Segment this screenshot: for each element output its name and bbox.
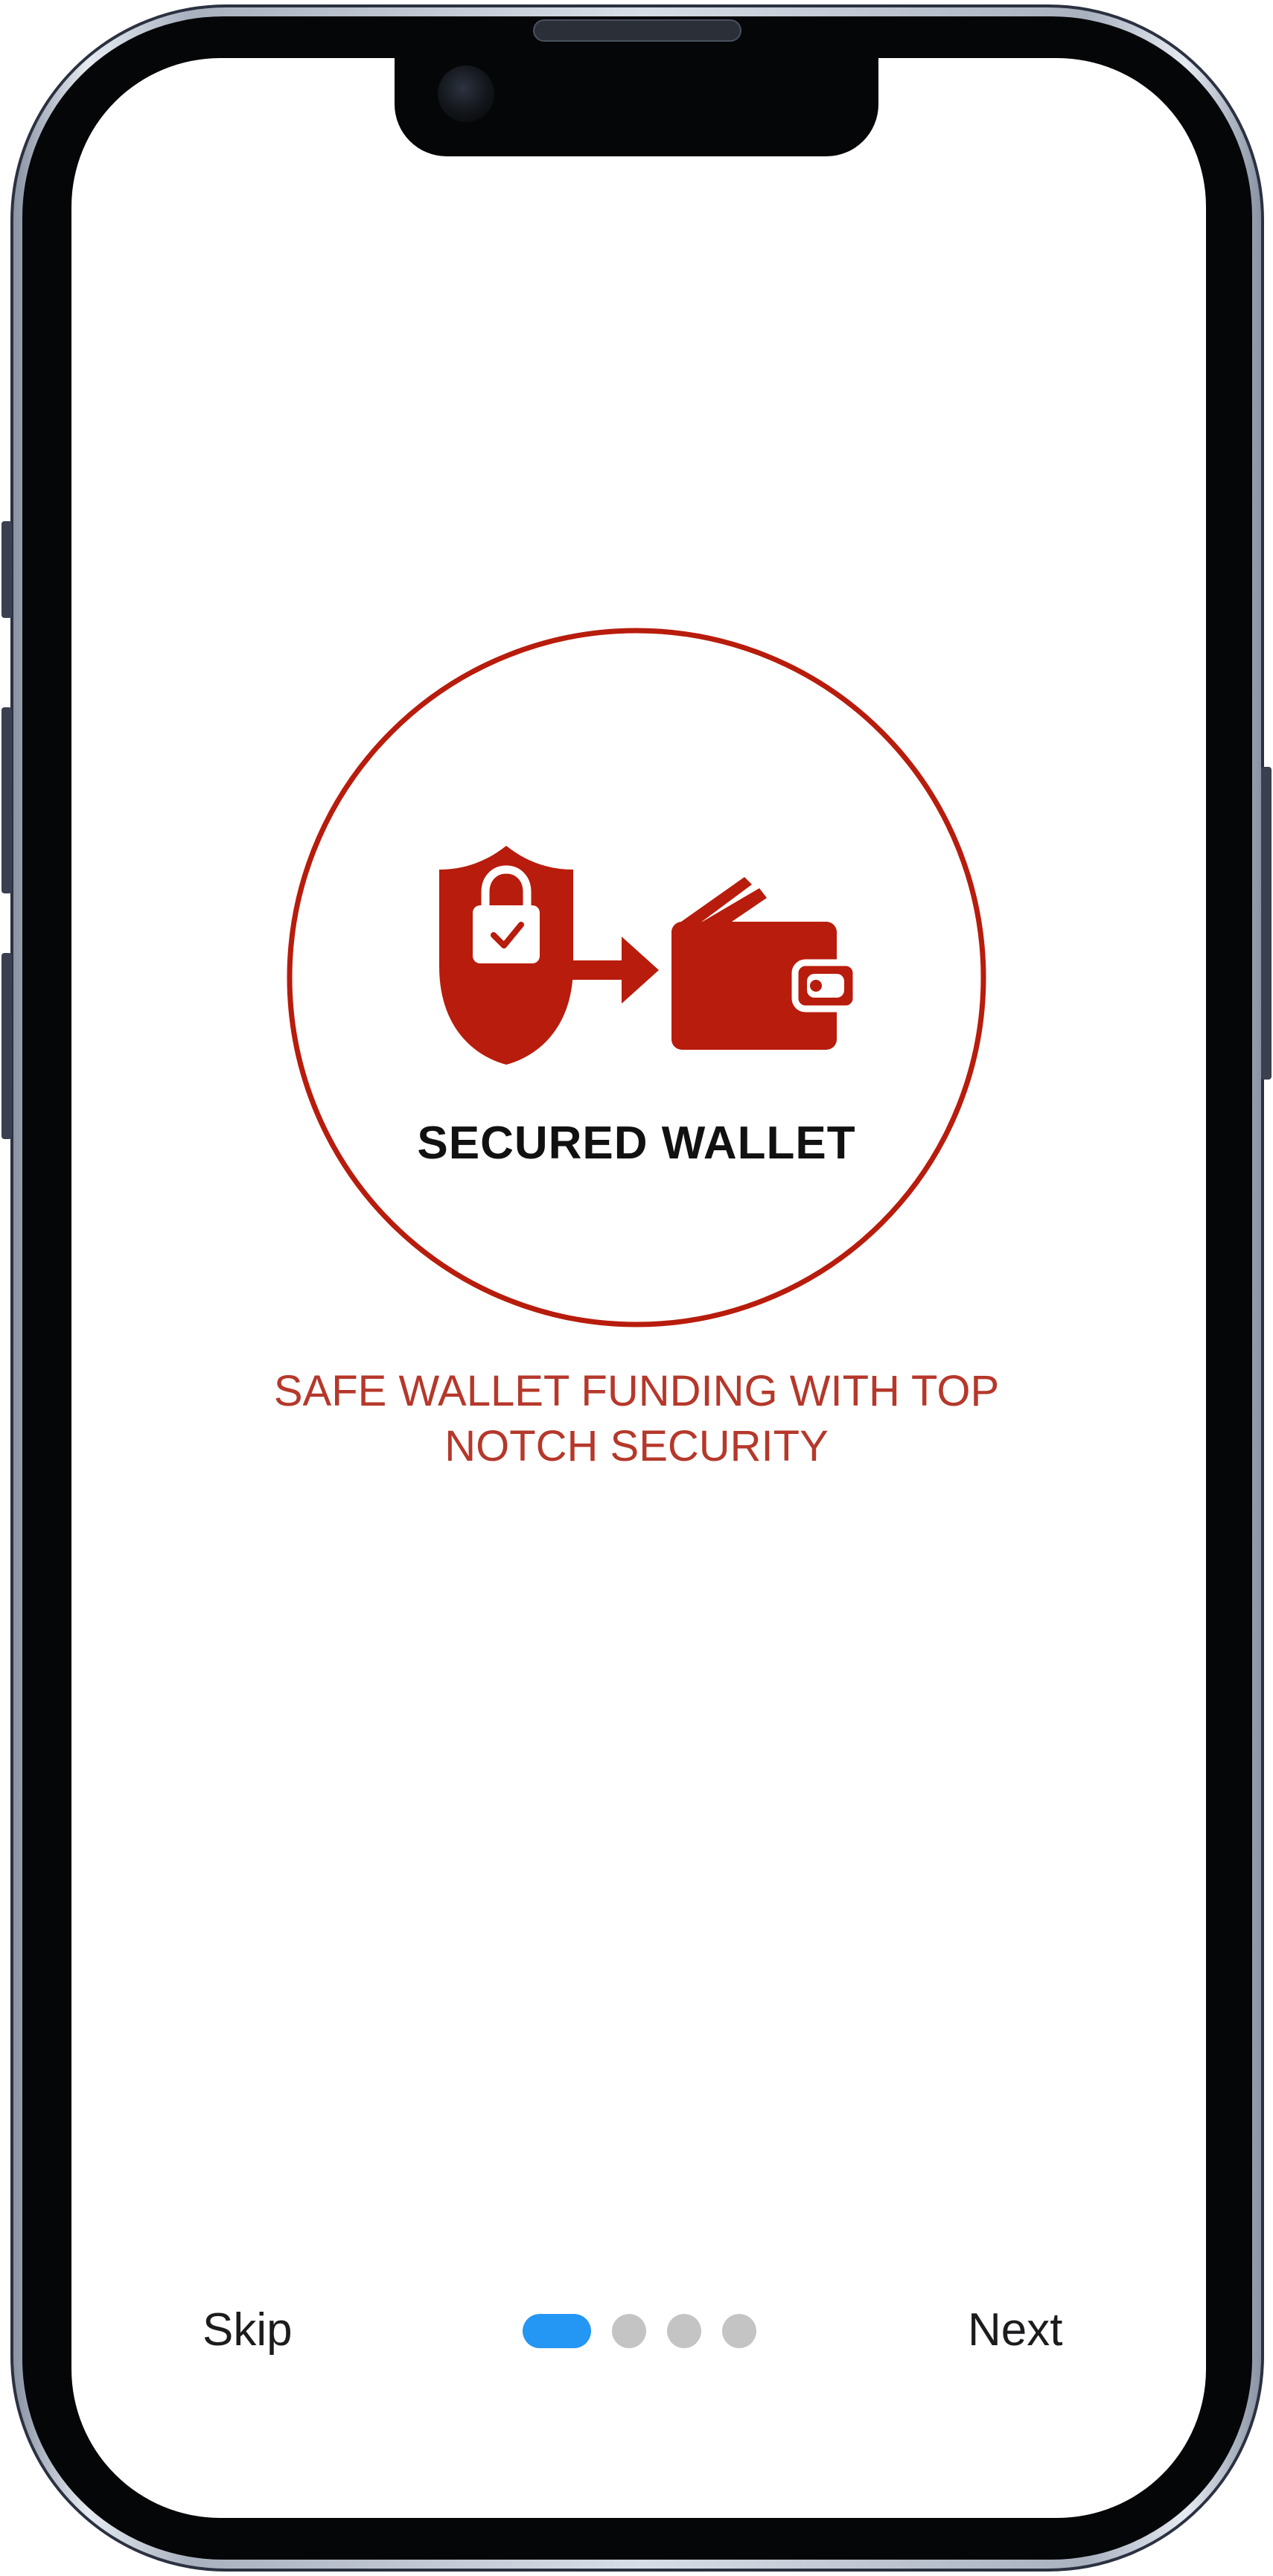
page-dot[interactable] — [667, 2314, 701, 2348]
earpiece-speaker — [533, 19, 741, 42]
next-button[interactable]: Next — [968, 2304, 1062, 2356]
illustration-title: SECURED WALLET — [417, 1118, 856, 1169]
volume-down-button — [1, 953, 12, 1139]
wallet-icon — [671, 877, 860, 1050]
page-dot[interactable] — [722, 2314, 756, 2348]
secured-wallet-illustration — [283, 624, 990, 1331]
volume-up-button — [1, 707, 12, 893]
skip-button[interactable]: Skip — [202, 2304, 293, 2356]
silent-switch — [1, 521, 12, 618]
shield-lock-icon — [439, 846, 573, 1065]
onboarding-subtitle: SAFE WALLET FUNDING WITH TOP NOTCH SECUR… — [273, 1367, 1000, 1470]
page-dot-active[interactable] — [523, 2314, 591, 2348]
page-indicator — [523, 2314, 756, 2348]
phone-frame: SECURED WALLET SAFE WALLET FUNDING WITH … — [0, 0, 1273, 2576]
front-camera — [438, 66, 494, 122]
page-dot[interactable] — [612, 2314, 646, 2348]
power-button — [1261, 767, 1272, 1080]
